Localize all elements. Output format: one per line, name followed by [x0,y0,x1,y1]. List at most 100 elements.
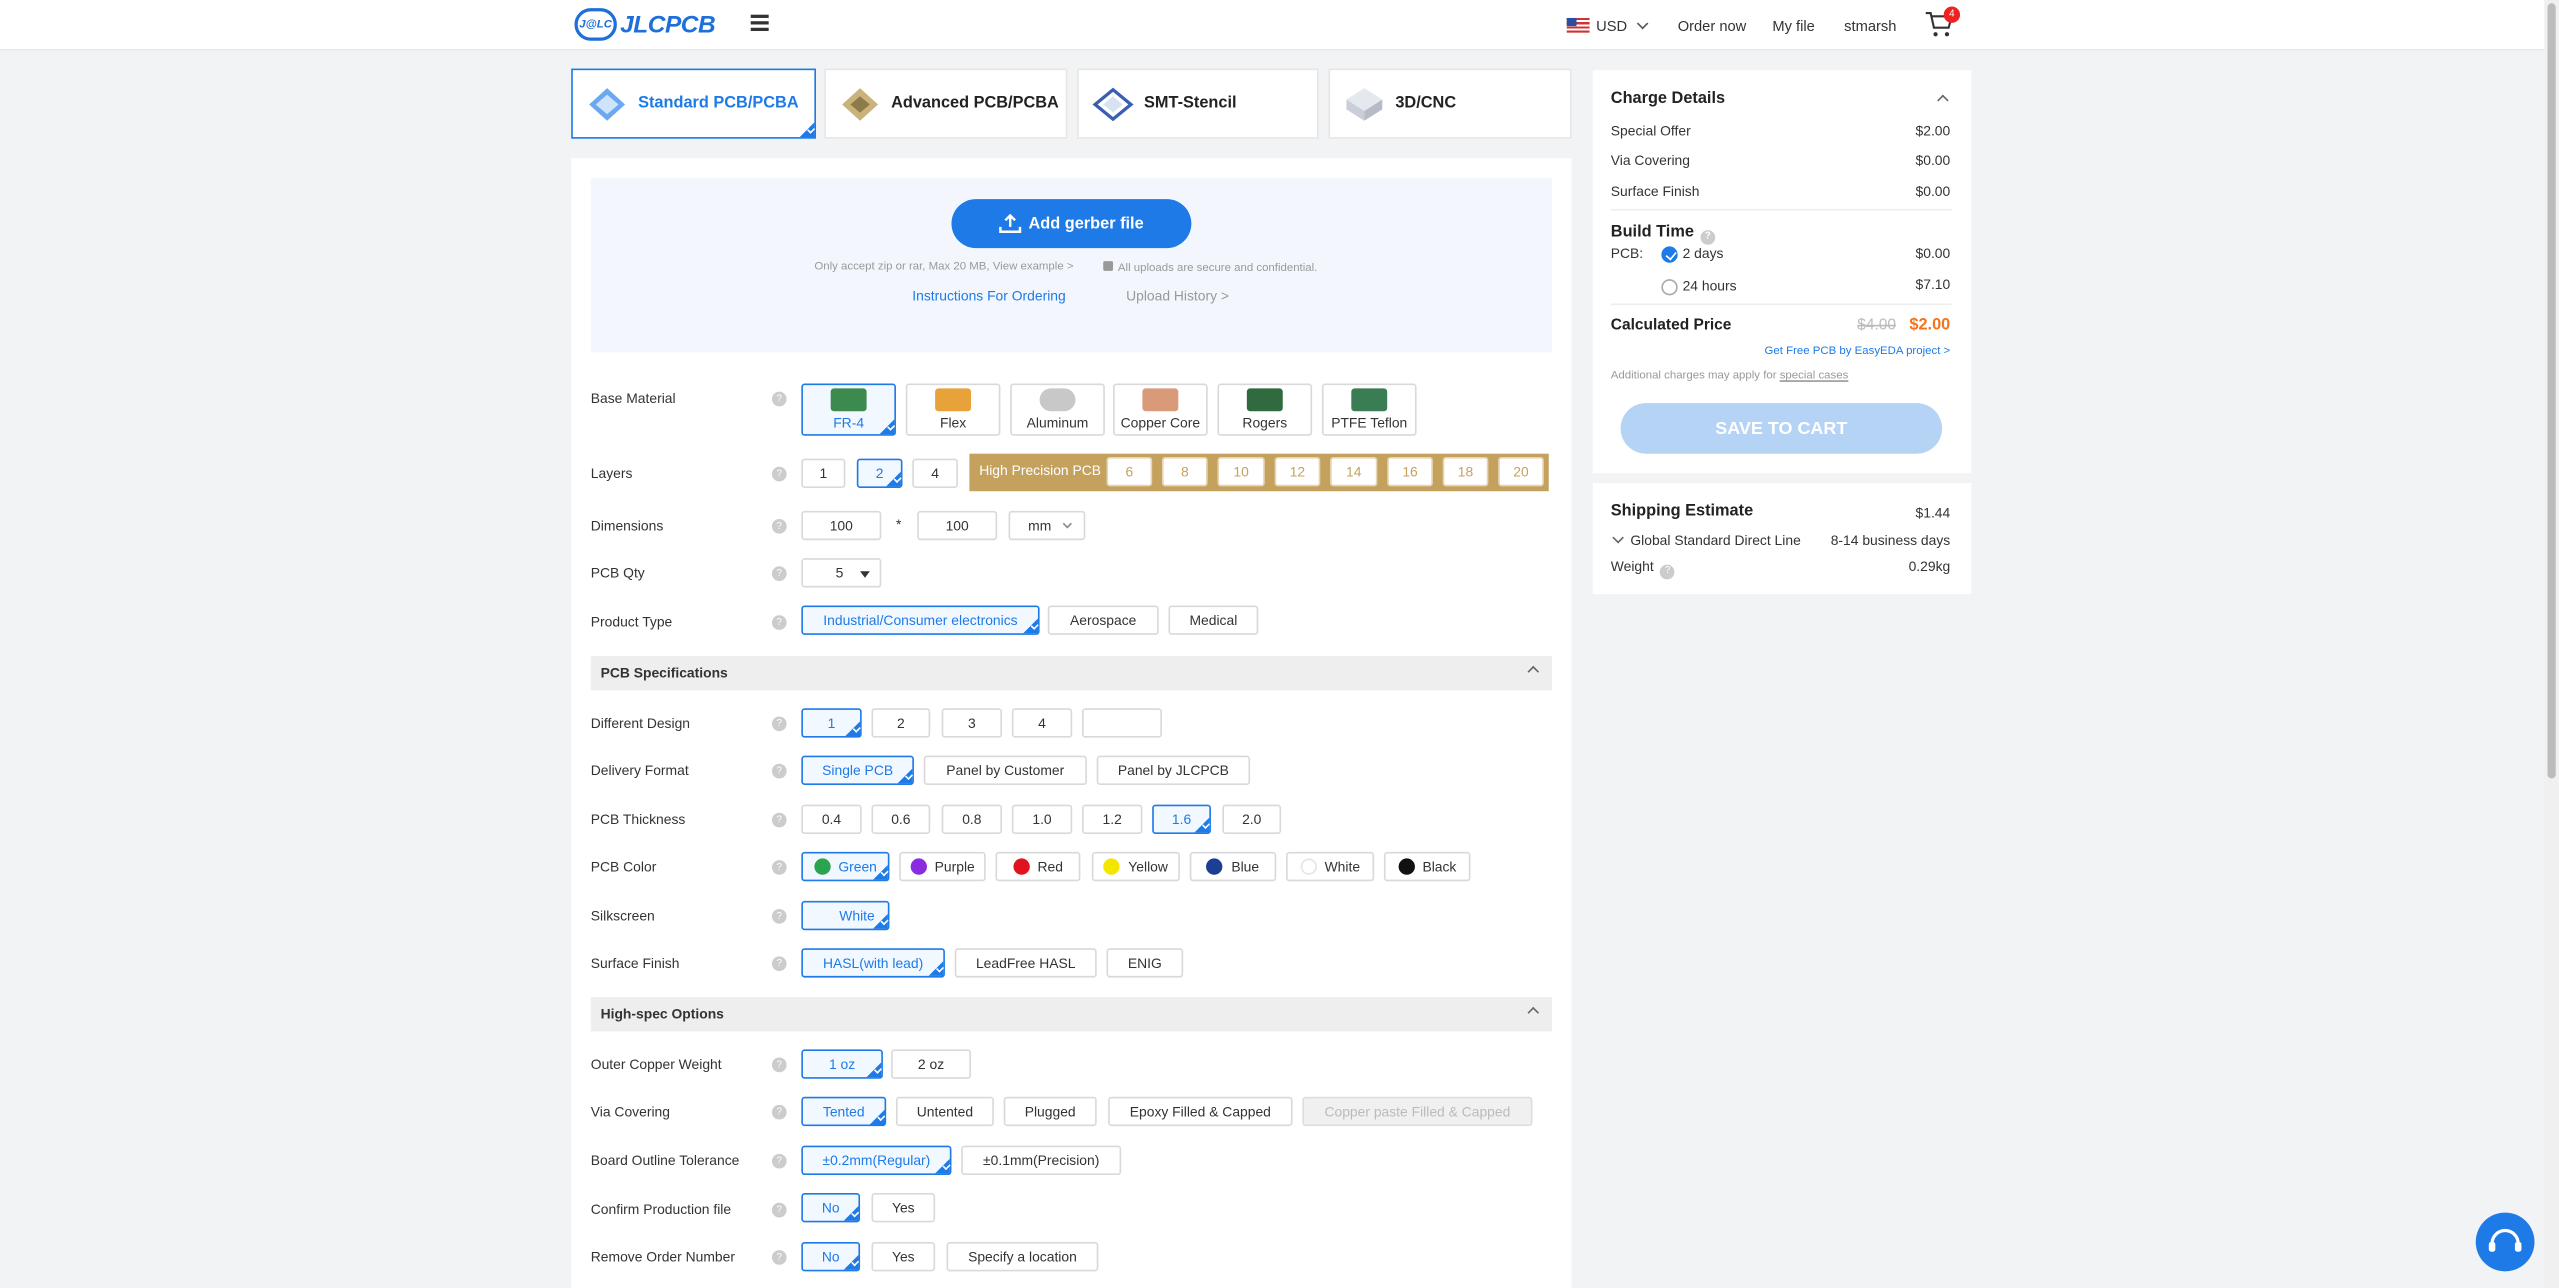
help-icon[interactable]: ? [1700,229,1716,244]
scrollbar-thumb[interactable] [2547,3,2556,779]
tab-advanced-pcb[interactable]: Advanced PCB/PCBA [824,68,1068,139]
help-icon[interactable]: ? [771,566,787,581]
layers-option[interactable]: 1 [801,458,846,488]
design-option[interactable]: 1 [801,708,862,738]
remove-order-option[interactable]: Specify a location [946,1241,1099,1272]
via-covering-option[interactable]: Plugged [1003,1096,1097,1127]
tolerance-option[interactable]: ±0.2mm(Regular) [801,1145,952,1176]
layers-option[interactable]: 12 [1274,456,1321,487]
help-icon[interactable]: ? [771,860,787,875]
thickness-option[interactable]: 1.6 [1152,804,1211,834]
layers-option[interactable]: 18 [1442,456,1489,487]
material-ptfe[interactable]: PTFE Teflon [1321,383,1417,436]
cart-icon[interactable]: 4 [1924,6,1961,43]
thickness-option[interactable]: 1.0 [1011,804,1073,834]
layers-option[interactable]: 14 [1330,456,1378,487]
help-icon[interactable]: ? [771,716,787,732]
page-scrollbar[interactable] [2544,0,2559,1288]
layers-option[interactable]: 16 [1387,456,1433,487]
product-type-option[interactable]: Medical [1168,605,1259,635]
via-covering-option[interactable]: Tented [801,1096,887,1127]
upload-history-link[interactable]: Upload History > [1126,287,1229,303]
help-icon[interactable]: ? [771,1250,787,1265]
design-option[interactable]: 4 [1011,708,1073,738]
thickness-option[interactable]: 1.2 [1082,804,1143,834]
save-to-cart-button[interactable]: SAVE TO CART [1620,403,1943,454]
surface-finish-option[interactable]: HASL(with lead) [801,948,945,978]
copper-weight-option[interactable]: 2 oz [891,1049,972,1079]
color-option-green[interactable]: Green [801,851,890,882]
thickness-option[interactable]: 0.6 [871,804,931,834]
copper-weight-option[interactable]: 1 oz [801,1049,883,1079]
tab-3d-cnc[interactable]: 3D/CNC [1328,68,1572,139]
confirm-production-option[interactable]: No [801,1192,861,1223]
design-option[interactable]: 3 [941,708,1003,738]
high-spec-section[interactable]: High-spec Options [590,997,1553,1032]
shipping-method-select[interactable]: Global Standard Direct Line [1611,531,1801,548]
design-custom-input[interactable] [1082,708,1162,738]
thickness-option[interactable]: 0.8 [941,804,1003,834]
help-icon[interactable]: ? [771,956,787,972]
menu-icon[interactable] [750,14,769,33]
material-rogers[interactable]: Rogers [1217,383,1313,436]
help-icon[interactable]: ? [771,466,787,482]
thickness-option[interactable]: 2.0 [1222,804,1282,834]
help-icon[interactable]: ? [771,391,787,407]
material-fr4[interactable]: FR-4 [801,383,896,436]
help-icon[interactable]: ? [771,518,787,534]
username-link[interactable]: stmarsh [1844,0,1896,51]
remove-order-option[interactable]: Yes [871,1241,936,1272]
layers-option[interactable]: 10 [1217,456,1265,487]
color-option-red[interactable]: Red [995,851,1081,882]
tolerance-option[interactable]: ±0.1mm(Precision) [961,1145,1122,1176]
jlcpcb-logo[interactable]: J@LC JLCPCB [574,8,716,41]
help-icon[interactable]: ? [771,812,787,828]
design-option[interactable]: 2 [871,708,931,738]
help-icon[interactable]: ? [771,1104,787,1120]
currency-selector[interactable]: USD [1566,0,1649,51]
easyeda-link[interactable]: Get Free PCB by EasyEDA project > [1764,346,1950,357]
instructions-link[interactable]: Instructions For Ordering [912,287,1065,303]
via-covering-option[interactable]: Epoxy Filled & Capped [1108,1096,1293,1127]
material-aluminum[interactable]: Aluminum [1010,383,1105,436]
build-option-2days[interactable]: 2 days [1661,245,1723,263]
surface-finish-option[interactable]: ENIG [1106,948,1184,978]
chat-support-button[interactable] [2475,1212,2535,1272]
tab-standard-pcb[interactable]: Standard PCB/PCBA [571,68,816,139]
layers-option[interactable]: 6 [1106,456,1153,487]
help-icon[interactable]: ? [771,615,787,630]
order-now-link[interactable]: Order now [1678,0,1747,51]
color-option-blue[interactable]: Blue [1189,851,1277,882]
delivery-option[interactable]: Single PCB [801,755,914,785]
special-cases-link[interactable]: special cases [1780,370,1849,381]
material-flex[interactable]: Flex [905,383,1001,436]
color-option-purple[interactable]: Purple [899,851,986,882]
pcb-qty-select[interactable]: 5 [801,558,882,588]
help-icon[interactable]: ? [771,763,787,779]
help-icon[interactable]: ? [771,1202,787,1218]
delivery-option[interactable]: Panel by Customer [923,755,1087,785]
layers-option[interactable]: 8 [1161,456,1208,487]
help-icon[interactable]: ? [771,909,787,924]
add-gerber-button[interactable]: Add gerber file [951,199,1192,249]
my-file-link[interactable]: My file [1772,0,1814,51]
height-input[interactable]: 100 [917,510,998,541]
thickness-option[interactable]: 0.4 [801,804,862,834]
help-icon[interactable]: ? [771,1057,787,1073]
color-option-black[interactable]: Black [1383,851,1471,882]
product-type-option[interactable]: Aerospace [1047,605,1159,635]
pcb-specifications-section[interactable]: PCB Specifications [590,656,1553,691]
remove-order-option[interactable]: No [801,1241,861,1272]
tab-smt-stencil[interactable]: SMT-Stencil [1077,68,1319,139]
help-icon[interactable]: ? [771,1153,787,1169]
surface-finish-option[interactable]: LeadFree HASL [954,948,1097,978]
layers-option[interactable]: 4 [912,458,958,488]
via-covering-option[interactable]: Untented [895,1096,994,1127]
layers-option[interactable]: 20 [1498,456,1544,487]
silkscreen-option[interactable]: White [801,900,890,931]
build-option-24hours[interactable]: 24 hours [1661,277,1737,295]
width-input[interactable]: 100 [801,510,882,541]
confirm-production-option[interactable]: Yes [871,1192,936,1223]
color-option-white[interactable]: White [1286,851,1375,882]
delivery-option[interactable]: Panel by JLCPCB [1096,755,1251,785]
